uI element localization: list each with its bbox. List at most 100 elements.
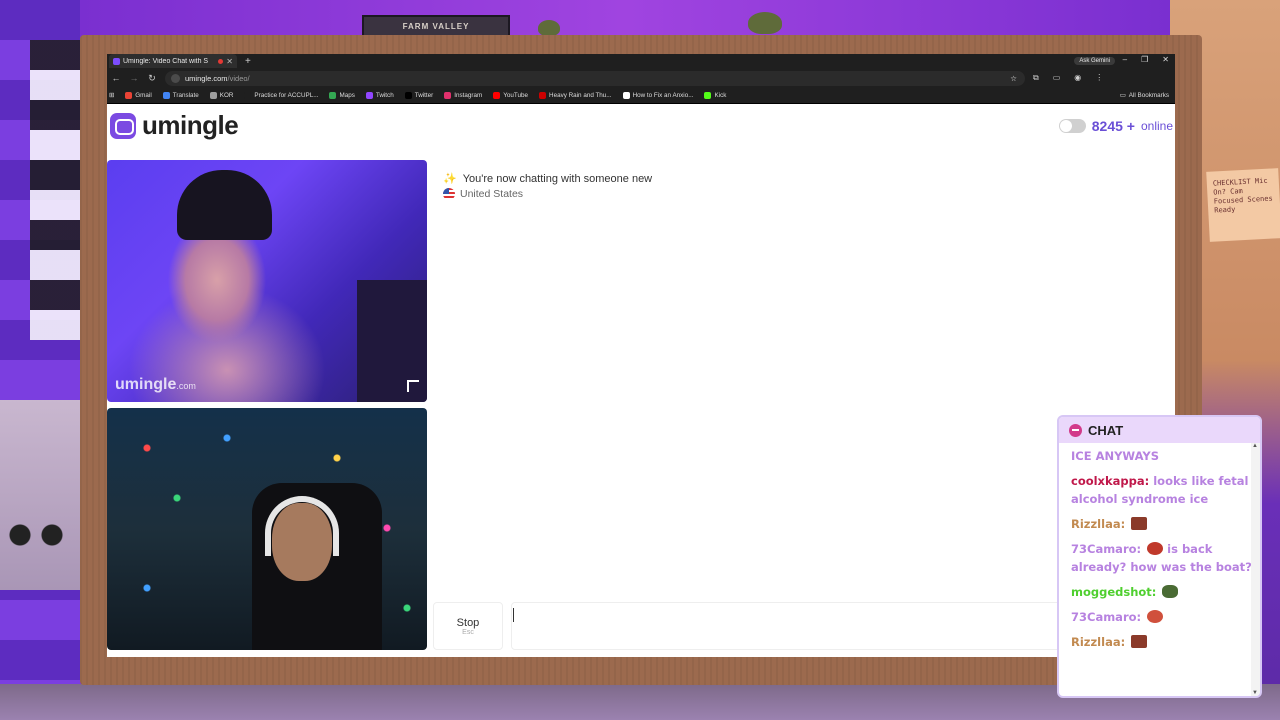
video-watermark: umingle.com: [115, 376, 196, 394]
bookmark-item[interactable]: How to Fix an Anxio...: [622, 92, 694, 99]
chat-scrollbar[interactable]: ▲ ▼: [1251, 443, 1260, 696]
bookmark-label: Gmail: [135, 92, 152, 99]
us-flag-icon: [443, 188, 455, 200]
maximize-icon[interactable]: ❐: [1141, 55, 1148, 64]
url-bar[interactable]: umingle.com/video/ ☆: [165, 70, 1025, 86]
bookmark-item[interactable]: Heavy Rain and Thu...: [539, 92, 612, 99]
recording-icon: [218, 58, 224, 64]
chat-username: 73Camaro:: [1071, 610, 1142, 624]
online-count: 8245 +: [1091, 118, 1135, 134]
chat-message: Rizzllaa:: [1071, 515, 1252, 533]
backdrop-sign: FARM VALLEY: [362, 15, 510, 37]
bookmark-label: Translate: [172, 92, 199, 99]
scroll-down-icon[interactable]: ▼: [1252, 690, 1258, 696]
chat-message: coolxkappa: looks like fetal alcohol syn…: [1071, 472, 1252, 508]
bookmark-label: KOR: [219, 92, 234, 99]
scroll-up-icon[interactable]: ▲: [1252, 443, 1258, 449]
chat-username: coolxkappa:: [1071, 474, 1150, 488]
url-host: umingle.com: [185, 73, 228, 83]
umingle-logo[interactable]: umingle: [110, 110, 239, 141]
bookmark-item[interactable]: Twitter: [404, 92, 433, 99]
bookmark-item[interactable]: Kick: [704, 92, 726, 99]
chat-message: Rizzllaa:: [1071, 633, 1252, 651]
bookmark-favicon-icon: [365, 92, 373, 99]
video-subject: [177, 170, 272, 240]
text-cursor: [513, 608, 514, 622]
bookmark-favicon-icon: [404, 92, 412, 99]
browser-window: Umingle: Video Chat with S ✕ + Ask Gemin…: [107, 54, 1175, 657]
folder-icon: ▭: [1119, 92, 1126, 99]
stream-chat-header: CHAT: [1059, 417, 1260, 443]
checklist-note: CHECKLIST Mic On? Cam Focused Scenes Rea…: [1206, 168, 1280, 242]
bookmark-item[interactable]: Maps: [329, 92, 355, 99]
bookmark-label: Maps: [339, 92, 355, 99]
bookmark-favicon-icon: [444, 92, 452, 99]
bookmark-item[interactable]: YouTube: [493, 92, 528, 99]
new-tab-button[interactable]: +: [245, 56, 251, 67]
toolbar-icons: ⧉ ▭ ◉ ⋮: [1033, 73, 1103, 83]
close-window-icon[interactable]: ✕: [1162, 55, 1169, 64]
bookmark-favicon-icon: [209, 92, 217, 99]
chat-username: Rizzllaa:: [1071, 635, 1126, 649]
bookmark-label: How to Fix an Anxio...: [632, 92, 694, 99]
all-bookmarks-label: All Bookmarks: [1128, 92, 1169, 99]
umingle-favicon-icon: [113, 57, 120, 65]
tab-bar: Umingle: Video Chat with S ✕ + Ask Gemin…: [107, 54, 1175, 68]
forward-arrow-icon[interactable]: →: [125, 73, 143, 83]
minimize-icon[interactable]: –: [1123, 55, 1127, 64]
all-bookmarks-button[interactable]: ▭ All Bookmarks: [1120, 92, 1169, 99]
chat-emote-icon: [1147, 610, 1164, 623]
tab-title: Umingle: Video Chat with S: [123, 57, 209, 65]
extensions-icon[interactable]: ⧉: [1033, 73, 1039, 83]
back-arrow-icon[interactable]: ←: [107, 73, 125, 83]
cast-icon[interactable]: ▭: [1053, 73, 1061, 83]
chat-emote-icon: [1162, 585, 1179, 598]
bookmark-label: Heavy Rain and Thu...: [549, 92, 612, 99]
chat-text: ICE ANYWAYS: [1071, 449, 1160, 463]
bookmark-favicon-icon: [329, 92, 337, 99]
frog-figure-icon: [538, 20, 560, 36]
stream-chat-messages: ICE ANYWAYS coolxkappa: looks like fetal …: [1059, 443, 1260, 651]
stranger-video: umingle.com: [107, 160, 427, 402]
watermark-suffix: .com: [176, 381, 196, 391]
bookmark-item[interactable]: KOR: [209, 92, 234, 99]
status-text: You're now chatting with someone new: [462, 172, 653, 185]
frog-figure-icon: [748, 12, 782, 34]
bookmark-star-icon[interactable]: ☆: [1010, 74, 1017, 83]
chat-icon: [1069, 423, 1082, 437]
watermark-text: umingle: [115, 376, 177, 393]
reload-icon[interactable]: ↻: [143, 73, 161, 84]
bookmark-item[interactable]: Translate: [162, 92, 199, 99]
apps-icon[interactable]: ⊞: [109, 92, 114, 99]
menu-icon[interactable]: ⋮: [1095, 73, 1103, 83]
chat-emote-icon: [1131, 635, 1148, 648]
tab-umingle[interactable]: Umingle: Video Chat with S ✕: [109, 54, 237, 68]
chat-message: 73Camaro:: [1071, 608, 1252, 626]
bookmark-label: Kick: [714, 92, 727, 99]
self-video: [107, 408, 427, 650]
brand-name: umingle: [142, 110, 239, 140]
report-flag-icon[interactable]: [407, 380, 419, 392]
bookmark-favicon-icon: [162, 92, 170, 99]
theme-toggle[interactable]: [1058, 119, 1086, 133]
chat-username: 73Camaro:: [1071, 542, 1142, 556]
bookmark-favicon-icon: [125, 92, 133, 99]
online-label: online: [1140, 119, 1173, 133]
bookmark-item[interactable]: Practice for ACCUPL...: [244, 92, 318, 99]
chat-message: 73Camaro: is back already? how was the b…: [1071, 540, 1252, 576]
backdrop-speakers: [6, 520, 66, 550]
chat-username: Rizzllaa:: [1071, 517, 1126, 531]
chat-message: moggedshot:: [1071, 583, 1252, 601]
bookmark-item[interactable]: Gmail: [125, 92, 152, 99]
backdrop-stripes: [30, 40, 80, 340]
stop-button[interactable]: Stop Esc: [433, 602, 503, 650]
bookmark-label: Instagram: [454, 92, 483, 99]
close-tab-icon[interactable]: ✕: [226, 57, 233, 66]
site-info-icon[interactable]: [171, 73, 180, 83]
ask-gemini-button[interactable]: Ask Gemini: [1074, 57, 1115, 65]
bookmark-item[interactable]: Twitch: [365, 92, 394, 99]
window-controls: – ❐ ✕: [1123, 55, 1169, 64]
profile-icon[interactable]: ◉: [1074, 73, 1081, 83]
bookmark-label: YouTube: [503, 92, 529, 99]
bookmark-item[interactable]: Instagram: [444, 92, 482, 99]
